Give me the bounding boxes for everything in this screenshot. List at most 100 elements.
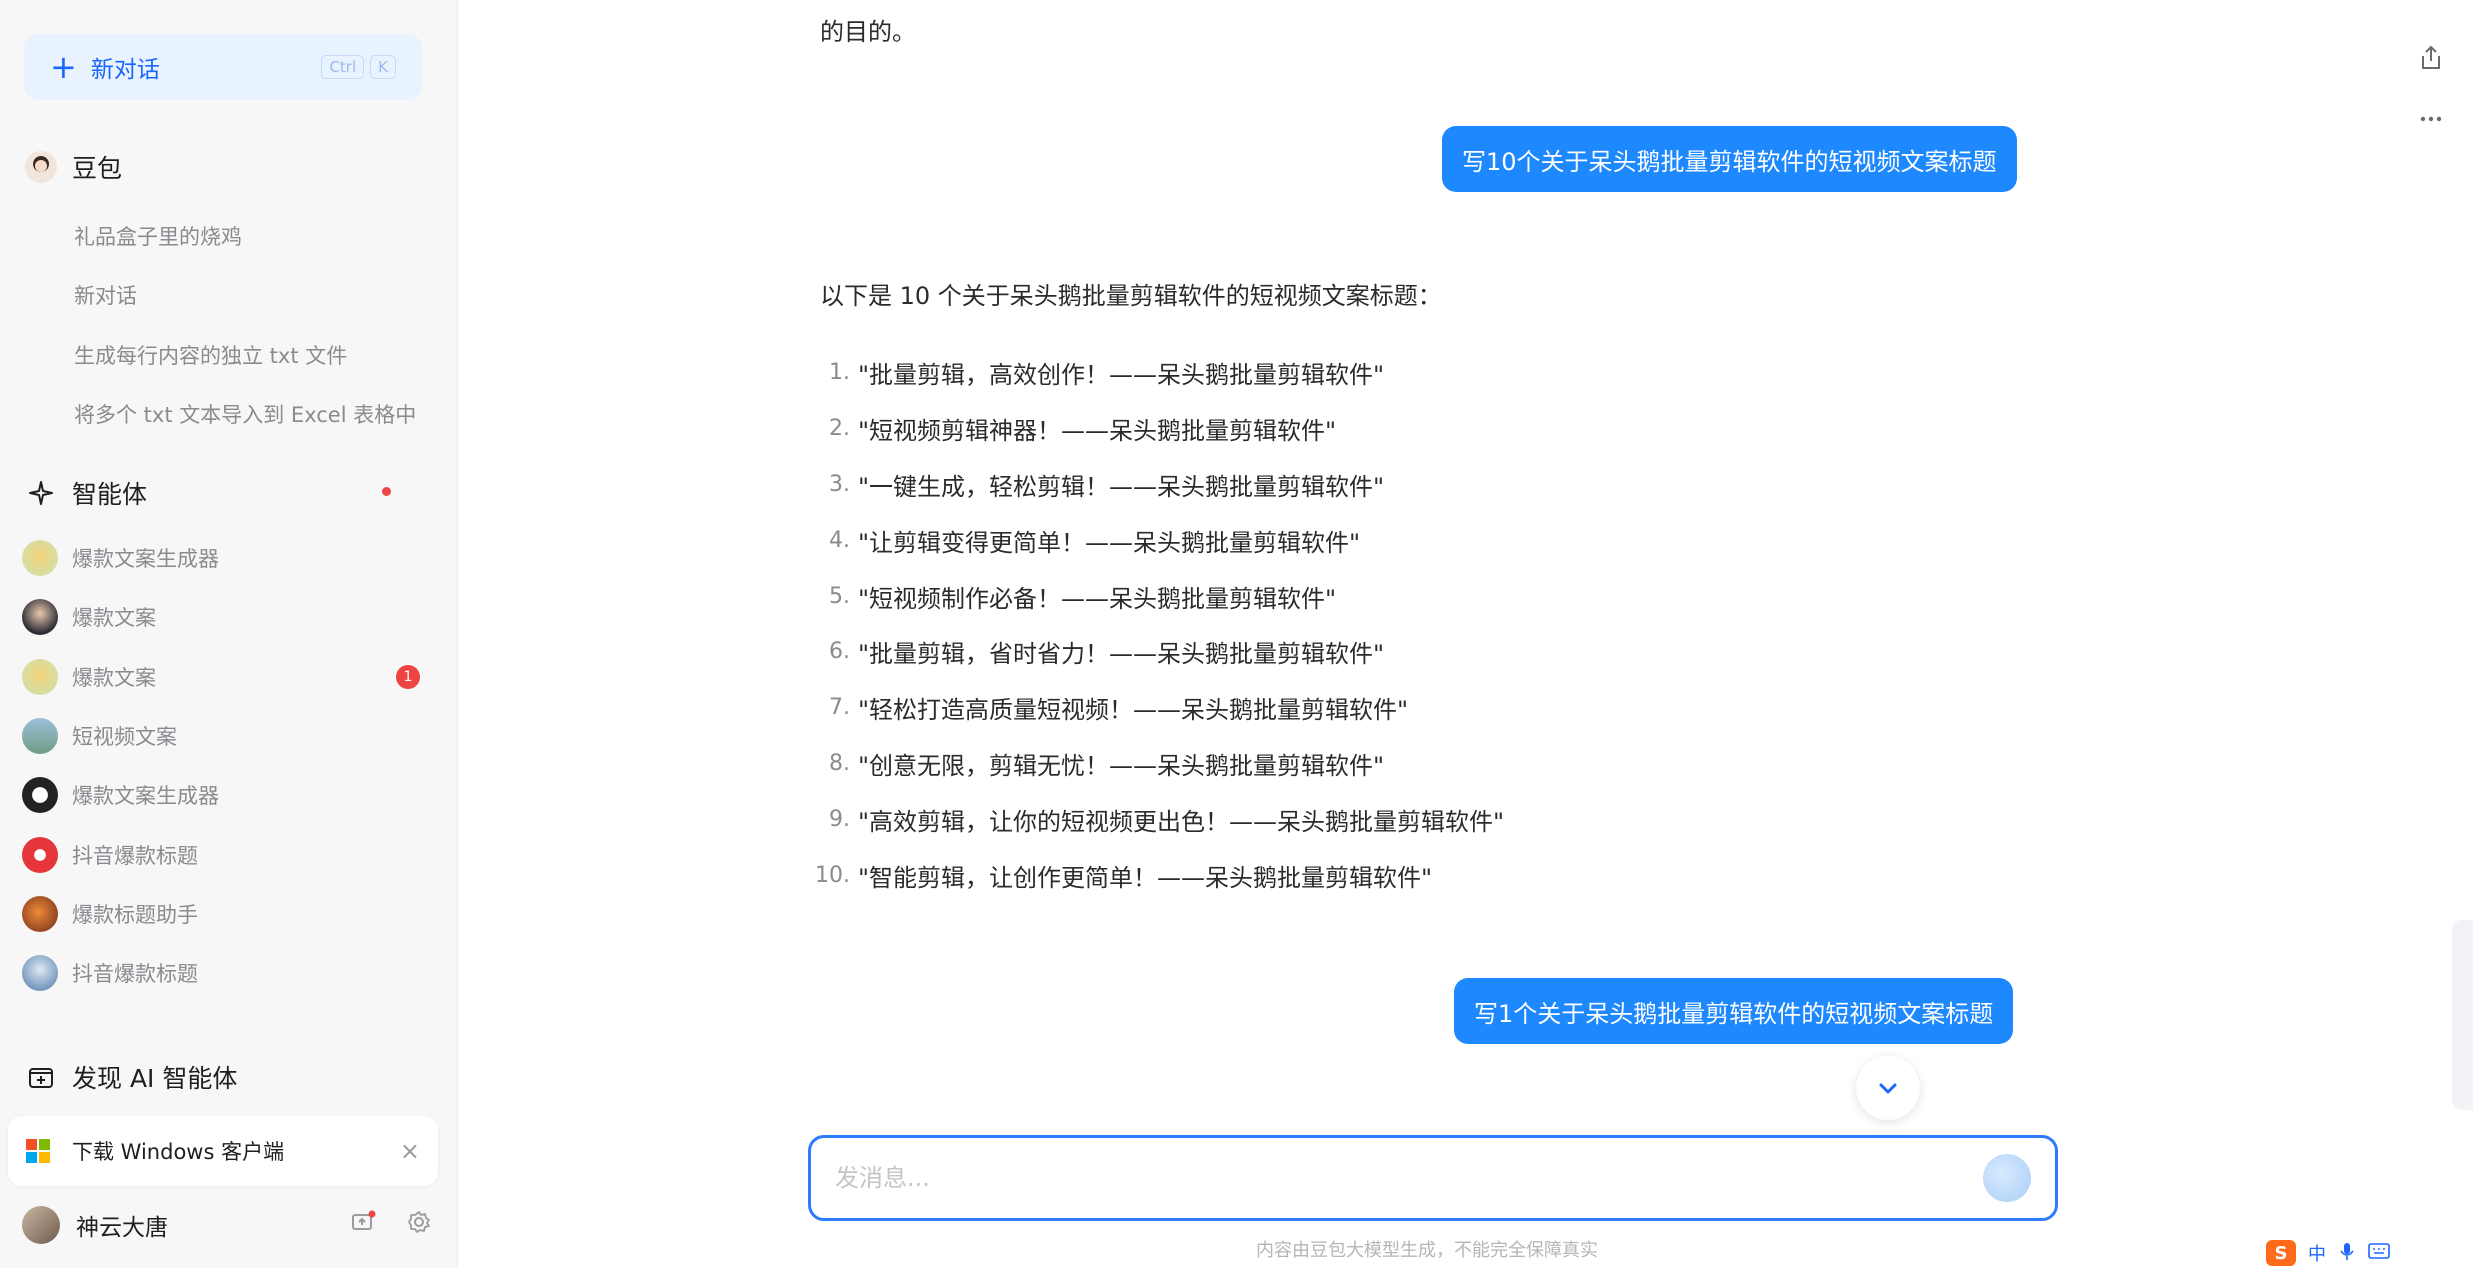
user-message: 写1个关于呆头鹅批量剪辑软件的短视频文案标题: [1454, 978, 2014, 1044]
scroll-to-bottom-button[interactable]: [1856, 1056, 1920, 1120]
answer-intro: 以下是 10 个关于呆头鹅批量剪辑软件的短视频文案标题：: [820, 282, 1442, 310]
share-icon[interactable]: [2418, 44, 2444, 79]
previous-answer-fragment: 的目的。: [820, 18, 916, 46]
agent-avatar: [22, 955, 58, 991]
list-number: 7.: [829, 695, 850, 721]
list-number: 5.: [829, 583, 850, 609]
list-text: "让剪辑变得更简单！——呆头鹅批量剪辑软件": [858, 528, 1361, 557]
list-item: 1. "批量剪辑，高效创作！——呆头鹅批量剪辑软件": [810, 345, 1504, 401]
store-icon: [24, 1060, 58, 1094]
history-item[interactable]: 生成每行内容的独立 txt 文件: [74, 340, 347, 370]
list-number: 8.: [829, 750, 850, 776]
agent-name: 爆款文案生成器: [72, 547, 219, 571]
list-text: "轻松打造高质量短视频！——呆头鹅批量剪辑软件": [858, 696, 1409, 725]
ime-language-indicator[interactable]: 中: [2308, 1240, 2326, 1266]
chevron-down-icon: [1879, 1083, 1897, 1094]
side-widget-tab[interactable]: [2452, 920, 2473, 1110]
close-icon[interactable]: ×: [400, 1137, 420, 1165]
agent-avatar: [22, 777, 58, 813]
gear-icon[interactable]: [406, 1209, 432, 1241]
agent-item[interactable]: 爆款文案生成器: [22, 773, 422, 817]
agent-avatar: [22, 599, 58, 635]
agent-name: 爆款文案: [72, 606, 156, 630]
plus-icon: +: [50, 48, 77, 86]
shortcut-key-ctrl: Ctrl: [321, 55, 365, 79]
history-item[interactable]: 将多个 txt 文本导入到 Excel 表格中: [74, 399, 416, 429]
share-screen-icon[interactable]: [350, 1209, 376, 1241]
agent-avatar: [22, 896, 58, 932]
agent-name: 爆款标题助手: [72, 903, 198, 927]
agent-item[interactable]: 抖音爆款标题: [22, 833, 422, 877]
agent-item[interactable]: 抖音爆款标题: [22, 951, 422, 995]
history-item[interactable]: 礼品盒子里的烧鸡: [74, 221, 242, 251]
list-text: "创意无限，剪辑无忧！——呆头鹅批量剪辑软件": [858, 751, 1385, 780]
more-options-icon[interactable]: [2418, 106, 2444, 139]
list-number: 4.: [829, 527, 850, 553]
agent-name: 爆款文案: [72, 666, 156, 690]
agent-name: 抖音爆款标题: [72, 844, 198, 868]
list-text: "批量剪辑，高效创作！——呆头鹅批量剪辑软件": [858, 361, 1385, 390]
sidebar: + 新对话 Ctrl K 豆包 礼品盒子里的烧鸡 新对话 生成每行内容的独立 t…: [0, 0, 458, 1268]
ime-tray[interactable]: S 中: [2266, 1238, 2390, 1268]
agent-avatar: [22, 837, 58, 873]
doubao-title: 豆包: [72, 154, 123, 183]
message-input[interactable]: [835, 1164, 1983, 1192]
agent-item[interactable]: 爆款文案: [22, 595, 422, 639]
send-button[interactable]: [1983, 1154, 2031, 1202]
user-name: 神云大唐: [76, 1215, 168, 1241]
download-client-banner[interactable]: 下载 Windows 客户端 ×: [8, 1116, 438, 1186]
list-text: "批量剪辑，省时省力！——呆头鹅批量剪辑软件": [858, 640, 1385, 669]
disclaimer-text: 内容由豆包大模型生成，不能完全保障真实: [1256, 1240, 1598, 1261]
agent-item[interactable]: 爆款文案 1: [22, 655, 422, 699]
mic-icon[interactable]: [2338, 1241, 2356, 1266]
list-number: 6.: [829, 639, 850, 665]
list-item: 8. "创意无限，剪辑无忧！——呆头鹅批量剪辑软件": [810, 736, 1504, 792]
list-number: 3.: [829, 471, 850, 497]
shortcut-key-k: K: [370, 55, 396, 79]
agent-avatar: [22, 540, 58, 576]
new-chat-button[interactable]: + 新对话 Ctrl K: [24, 34, 422, 100]
list-item: 7. "轻松打造高质量短视频！——呆头鹅批量剪辑软件": [810, 680, 1504, 736]
user-message: 写10个关于呆头鹅批量剪辑软件的短视频文案标题: [1442, 126, 2017, 192]
list-item: 4. "让剪辑变得更简单！——呆头鹅批量剪辑软件": [810, 512, 1504, 568]
agent-item[interactable]: 爆款文案生成器: [22, 536, 422, 580]
message-input-box[interactable]: [808, 1135, 2058, 1221]
list-number: 10.: [815, 862, 850, 888]
list-number: 1.: [829, 360, 850, 386]
list-item: 10. "智能剪辑，让创作更简单！——呆头鹅批量剪辑软件": [810, 847, 1504, 903]
agent-name: 抖音爆款标题: [72, 962, 198, 986]
list-item: 3. "一键生成，轻松剪辑！——呆头鹅批量剪辑软件": [810, 457, 1504, 513]
list-text: "高效剪辑，让你的短视频更出色！——呆头鹅批量剪辑软件": [858, 807, 1505, 836]
list-text: "智能剪辑，让创作更简单！——呆头鹅批量剪辑软件": [858, 863, 1433, 892]
chat-area: 的目的。 写10个关于呆头鹅批量剪辑软件的短视频文案标题 以下是 10 个关于呆…: [458, 0, 2473, 1268]
agent-avatar: [22, 718, 58, 754]
list-number: 2.: [829, 416, 850, 442]
user-profile[interactable]: 神云大唐: [22, 1200, 432, 1250]
sogou-ime-icon[interactable]: S: [2266, 1240, 2296, 1266]
shortcut-hint: Ctrl K: [321, 55, 396, 79]
list-item: 6. "批量剪辑，省时省力！——呆头鹅批量剪辑软件": [810, 624, 1504, 680]
list-item: 2. "短视频剪辑神器！——呆头鹅批量剪辑软件": [810, 401, 1504, 457]
new-dot: [382, 487, 391, 496]
agent-name: 短视频文案: [72, 725, 177, 749]
agent-item[interactable]: 爆款标题助手: [22, 892, 422, 936]
history-item[interactable]: 新对话: [74, 280, 137, 310]
list-number: 9.: [829, 806, 850, 832]
agent-item[interactable]: 短视频文案: [22, 714, 422, 758]
unread-badge: 1: [396, 665, 420, 689]
discover-agents-link[interactable]: 发现 AI 智能体: [24, 1052, 422, 1102]
keyboard-icon[interactable]: [2368, 1242, 2390, 1265]
agent-avatar: [22, 659, 58, 695]
list-item: 5. "短视频制作必备！——呆头鹅批量剪辑软件": [810, 568, 1504, 624]
new-chat-label: 新对话: [90, 57, 160, 83]
doubao-avatar-icon: [24, 150, 58, 184]
discover-label: 发现 AI 智能体: [72, 1064, 238, 1093]
doubao-section[interactable]: 豆包: [24, 142, 422, 192]
list-text: "一键生成，轻松剪辑！——呆头鹅批量剪辑软件": [858, 472, 1385, 501]
agents-section[interactable]: 智能体: [24, 468, 422, 518]
agents-title: 智能体: [72, 480, 148, 509]
agent-name: 爆款文案生成器: [72, 784, 219, 808]
list-item: 9. "高效剪辑，让你的短视频更出色！——呆头鹅批量剪辑软件": [810, 791, 1504, 847]
windows-icon: [26, 1139, 50, 1163]
avatar: [22, 1206, 60, 1244]
